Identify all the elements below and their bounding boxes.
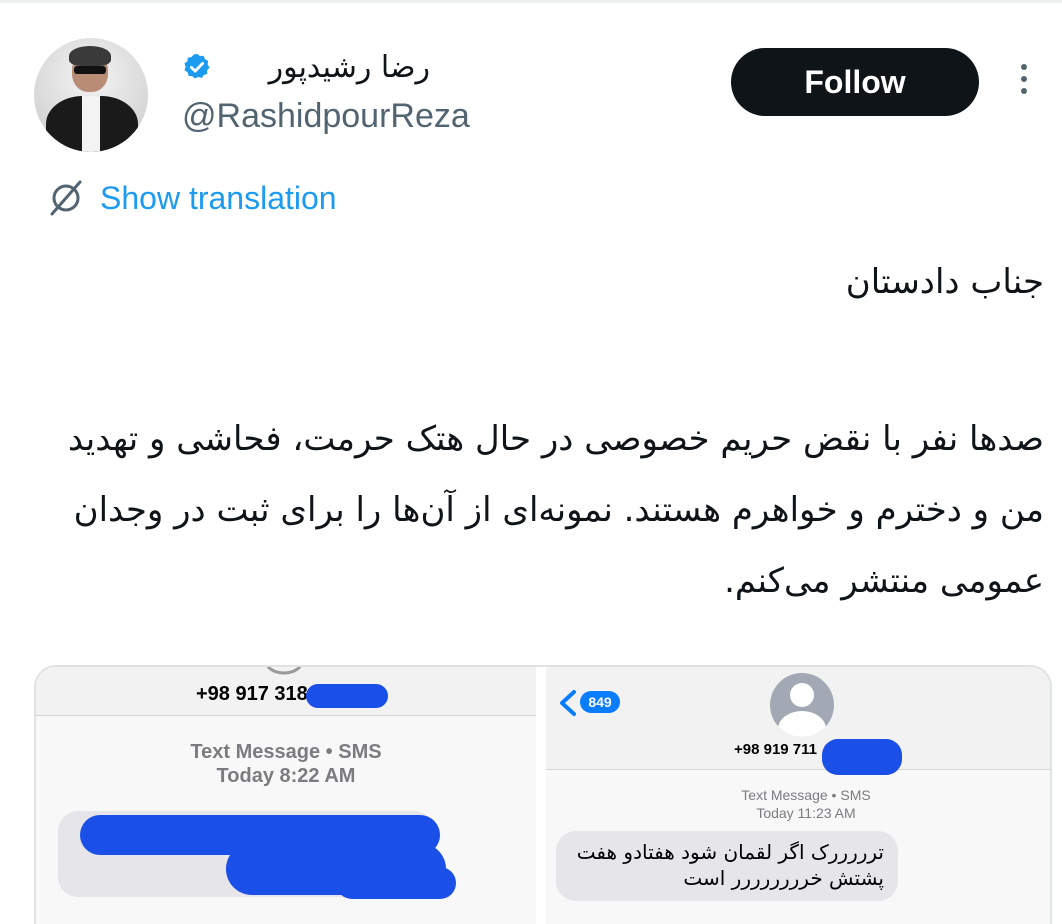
media-image-right[interactable]: 849 +98 919 711 Text Message • SMS Today… bbox=[546, 667, 1050, 924]
back-chevron-icon bbox=[560, 690, 576, 716]
follow-button[interactable]: Follow bbox=[731, 48, 979, 116]
message-time-right: Today 11:23 AM bbox=[756, 805, 856, 821]
avatar-shirt bbox=[82, 96, 100, 152]
redaction-mark bbox=[306, 684, 388, 708]
tweet-text-paragraph: صدها نفر با نقض حریم خصوصی در حال هتک حر… bbox=[67, 419, 1044, 601]
message-type-left: Text Message • SMS bbox=[190, 741, 382, 763]
tweet-text-line1: جناب دادستان bbox=[845, 262, 1044, 302]
author-handle[interactable]: @RashidpourReza bbox=[182, 97, 470, 136]
show-translation-label: Show translation bbox=[100, 179, 337, 216]
redaction-mark bbox=[336, 867, 456, 899]
unread-count-badge: 849 bbox=[580, 691, 620, 713]
top-divider bbox=[0, 0, 1062, 3]
sender-phone-right: +98 919 711 bbox=[734, 741, 818, 758]
avatar[interactable] bbox=[34, 38, 148, 152]
media-image-left[interactable]: +98 917 318 Text Message • SMS Today 8:2… bbox=[36, 667, 536, 924]
author-display-name[interactable]: رضا رشیدپور bbox=[269, 50, 430, 85]
verified-badge-icon bbox=[184, 53, 210, 79]
avatar-hair bbox=[69, 46, 111, 66]
contact-avatar-icon bbox=[770, 673, 834, 737]
message-type-right: Text Message • SMS bbox=[741, 787, 871, 803]
media-divider bbox=[536, 667, 546, 924]
message-time-left: Today 8:22 AM bbox=[216, 765, 356, 787]
sender-phone-left: +98 917 318 bbox=[196, 683, 308, 705]
more-options-icon[interactable] bbox=[1016, 64, 1032, 100]
globe-slash-icon bbox=[50, 180, 82, 216]
redaction-mark bbox=[822, 739, 902, 775]
message-text-right: ترررررک اگر لقمان شود هفتادو هفت پشتش خر… bbox=[576, 840, 884, 890]
contact-avatar-partial-icon bbox=[266, 667, 302, 675]
show-translation-link[interactable]: Show translation bbox=[46, 178, 337, 218]
avatar-glasses bbox=[74, 66, 106, 74]
media-grid[interactable]: +98 917 318 Text Message • SMS Today 8:2… bbox=[34, 665, 1052, 924]
